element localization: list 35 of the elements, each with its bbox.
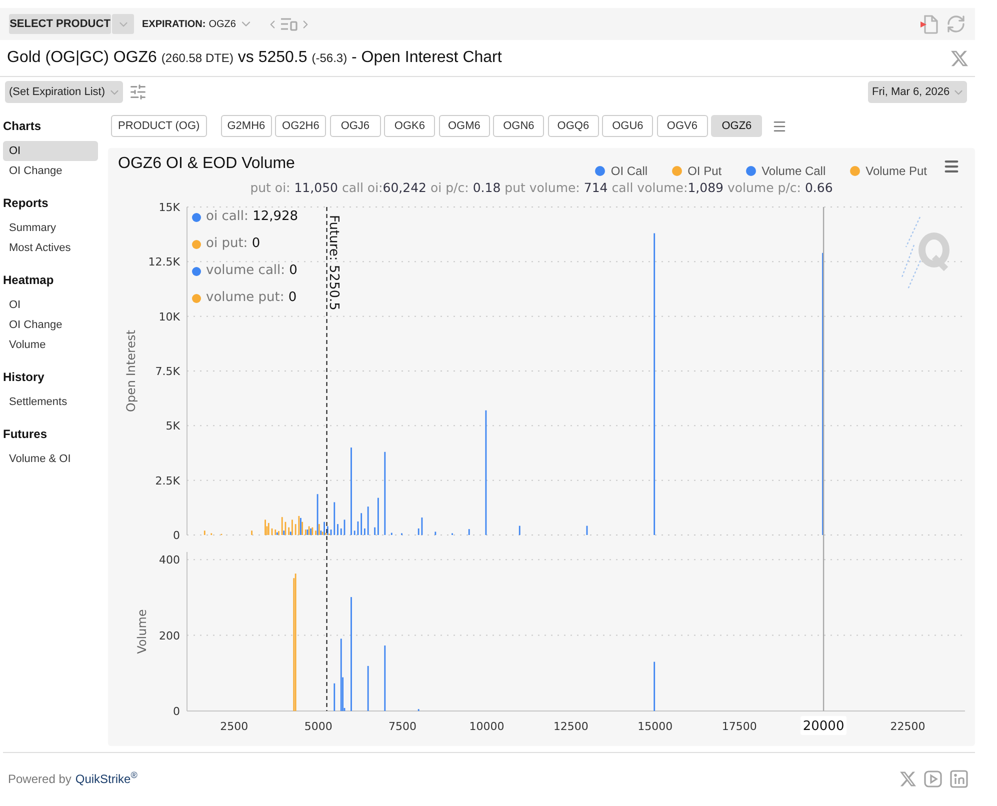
y-tick-label: 10K [158,310,180,324]
y-tick-label: 15K [158,201,180,214]
sidebar-heading: History [3,369,44,386]
tooltip-text: oi put: 0 [206,237,260,251]
tooltip-text: volume put: 0 [206,291,297,305]
y-tick-label: 5K [166,420,180,433]
tooltip-text: oi call: 12,928 [206,210,298,224]
y-tick-label: 12.5K [148,256,180,269]
sidebar-heading: Heatmap [3,272,54,289]
x-tick-label: 12500 [553,720,588,733]
sidebar-heading: Reports [3,195,48,212]
powered-by-text: Powered by [8,770,72,788]
y-axis-title: Volume [135,609,149,654]
future-price-label: Future: 5250.5 [326,215,341,310]
y-tick-label: 0 [173,705,180,718]
x-tick-label: 17500 [722,720,757,733]
page-title: Gold (OG|GC) OGZ6 (260.58 DTE) vs 5250.5 (-56.3) - Open Interest Chart [7,48,502,68]
y-tick-label: 2.5K [155,474,180,488]
y-tick-label: 0 [173,529,180,542]
chart-summary: put oi: 11,050 call oi:60,242 oi p/c: 0.18 put volume: 714 call volume:1,089 volume p/c: 0.66 [250,180,833,196]
x-tick-label: 10000 [469,720,504,733]
y-tick-label: 400 [159,554,180,567]
sidebar-heading: Charts [3,118,42,135]
y-tick-label: 7.5K [155,365,180,378]
x-tick-label: 5000 [304,720,332,733]
x-tick-label: 22500 [890,720,926,733]
chart-title: OGZ6 OI & EOD Volume [118,154,295,174]
x-tick-label: 7500 [388,720,417,733]
x-tick-label: 20000 [802,719,844,734]
y-tick-label: 200 [159,629,180,642]
sidebar-heading: Futures [3,426,48,443]
x-tick-label: 15000 [638,720,673,733]
tooltip-text: volume call: 0 [206,264,298,278]
x-tick-label: 2500 [220,720,248,733]
y-axis-title: Open Interest [124,330,138,412]
